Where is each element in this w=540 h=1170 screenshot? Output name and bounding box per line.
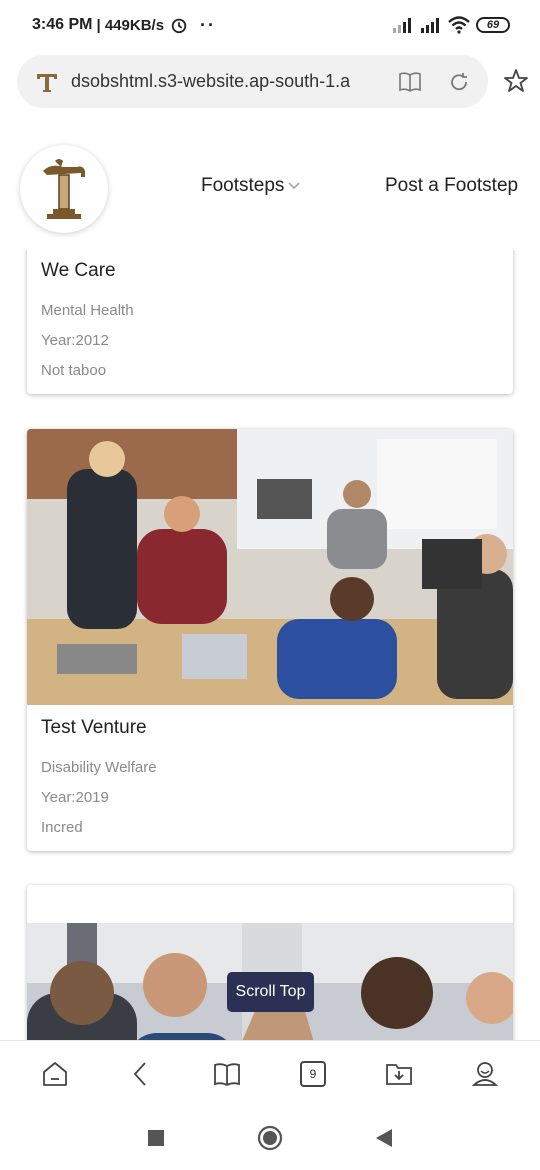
footsteps-list[interactable]: We Care Mental Health Year:2012 Not tabo… <box>0 250 540 1040</box>
card-category: Mental Health <box>41 302 134 319</box>
home-icon <box>43 1061 67 1086</box>
system-navigation <box>0 1106 540 1170</box>
downloads-button[interactable] <box>385 1060 413 1088</box>
download-folder-icon <box>386 1063 412 1085</box>
card-category: Disability Welfare <box>41 759 157 776</box>
site-header: Footsteps Post a Footstep <box>0 140 540 240</box>
reader-mode-icon[interactable] <box>398 71 422 93</box>
nav-post-footstep-link[interactable]: Post a Footstep <box>385 175 518 197</box>
footstep-card[interactable] <box>27 885 513 1040</box>
card-year: Year:2012 <box>41 332 109 349</box>
card-tagline: Incred <box>41 819 83 836</box>
footstep-card[interactable]: Test Venture Disability Welfare Year:201… <box>27 429 513 851</box>
chevron-left-icon <box>133 1061 146 1086</box>
book-icon <box>214 1062 240 1086</box>
network-speed: | 449KB/s <box>96 16 165 34</box>
reload-icon[interactable] <box>448 71 470 93</box>
card-year: Year:2019 <box>41 789 109 806</box>
status-bar: 3:46 PM | 449KB/s ·· 69 <box>0 0 540 50</box>
user-icon <box>471 1061 499 1086</box>
profile-button[interactable] <box>471 1060 499 1088</box>
pillar-logo-icon <box>43 159 85 219</box>
scroll-top-button[interactable]: Scroll Top <box>227 972 314 1012</box>
alarm-icon <box>171 18 187 34</box>
signal-icon-2 <box>421 18 439 33</box>
tabs-button[interactable]: 9 <box>299 1060 327 1088</box>
card-tagline: Not taboo <box>41 362 107 379</box>
chevron-down-icon <box>288 182 301 190</box>
battery-indicator: 69 <box>476 17 510 33</box>
signal-icon <box>393 18 411 33</box>
back-triangle-icon[interactable] <box>375 1128 393 1148</box>
address-bar[interactable]: dsobshtml.s3-website.ap-south-1.a <box>17 55 488 108</box>
browser-toolbar: 9 <box>0 1040 540 1106</box>
battery-level: 69 <box>486 19 500 31</box>
recents-square-icon[interactable] <box>147 1129 165 1147</box>
wifi-icon <box>448 16 470 34</box>
overflow-dots: ·· <box>200 14 217 35</box>
back-button[interactable] <box>127 1060 155 1088</box>
card-title: Test Venture <box>41 717 147 738</box>
status-time: 3:46 PM <box>32 16 93 33</box>
bookmark-star-icon[interactable] <box>503 68 529 94</box>
bookmarks-button[interactable] <box>213 1060 241 1088</box>
site-logo[interactable] <box>20 145 108 233</box>
url-text[interactable]: dsobshtml.s3-website.ap-south-1.a <box>71 71 371 92</box>
home-button[interactable] <box>41 1060 69 1088</box>
tabs-count: 9 <box>300 1060 326 1087</box>
nav-footsteps-dropdown[interactable]: Footsteps <box>201 175 301 197</box>
home-circle-icon[interactable] <box>257 1125 283 1151</box>
card-title: We Care <box>41 260 116 281</box>
site-favicon-icon <box>37 73 57 92</box>
nav-footsteps-label: Footsteps <box>201 175 285 196</box>
card-image <box>27 429 513 705</box>
card-image <box>27 923 513 1040</box>
footstep-card[interactable]: We Care Mental Health Year:2012 Not tabo… <box>27 250 513 394</box>
